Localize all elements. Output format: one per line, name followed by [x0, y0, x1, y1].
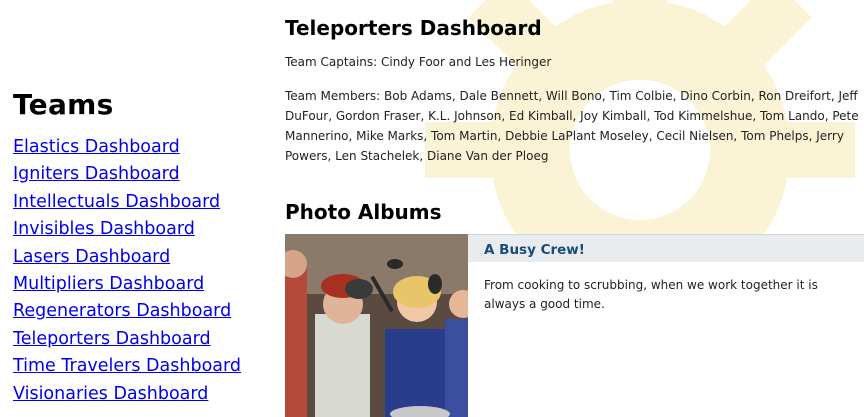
- team-captains-text: Team Captains: Cindy Foor and Les Hering…: [285, 55, 552, 69]
- album-info: A Busy Crew! From cooking to scrubbing, …: [468, 234, 864, 417]
- team-list-item: Invisibles Dashboard: [13, 217, 263, 244]
- team-list-item: Elastics Dashboard: [13, 135, 263, 162]
- team-link-teleporters[interactable]: Teleporters Dashboard: [13, 329, 211, 349]
- album-card[interactable]: A Busy Crew! From cooking to scrubbing, …: [285, 234, 864, 417]
- team-link-multipliers[interactable]: Multipliers Dashboard: [13, 274, 204, 294]
- team-list: Elastics Dashboard Igniters Dashboard In…: [13, 135, 263, 409]
- team-list-item: Lasers Dashboard: [13, 245, 263, 272]
- page-title: Teleporters Dashboard: [285, 16, 542, 40]
- team-link-visionaries[interactable]: Visionaries Dashboard: [13, 384, 208, 404]
- team-list-item: Visionaries Dashboard: [13, 382, 263, 409]
- team-list-item: Multipliers Dashboard: [13, 272, 263, 299]
- album-description: From cooking to scrubbing, when we work …: [484, 278, 818, 311]
- team-link-time-travelers[interactable]: Time Travelers Dashboard: [13, 356, 241, 376]
- team-list-item: Intellectuals Dashboard: [13, 190, 263, 217]
- team-list-item: Time Travelers Dashboard: [13, 354, 263, 381]
- team-link-lasers[interactable]: Lasers Dashboard: [13, 247, 170, 267]
- team-list-item: Teleporters Dashboard: [13, 327, 263, 354]
- team-link-invisibles[interactable]: Invisibles Dashboard: [13, 219, 195, 239]
- team-link-elastics[interactable]: Elastics Dashboard: [13, 137, 180, 157]
- photo-albums-heading: Photo Albums: [285, 200, 442, 224]
- team-list-item: Igniters Dashboard: [13, 162, 263, 189]
- album-thumbnail-photo[interactable]: [285, 234, 468, 417]
- team-link-igniters[interactable]: Igniters Dashboard: [13, 164, 180, 184]
- photo-illustration: [285, 234, 468, 417]
- teams-sidebar: Teams Elastics Dashboard Igniters Dashbo…: [13, 88, 263, 409]
- album-title-bar: A Busy Crew!: [468, 234, 864, 262]
- team-link-intellectuals[interactable]: Intellectuals Dashboard: [13, 192, 220, 212]
- teams-heading: Teams: [13, 88, 114, 121]
- team-list-item: Regenerators Dashboard: [13, 299, 263, 326]
- team-members-text: Team Members: Bob Adams, Dale Bennett, W…: [285, 89, 859, 163]
- dashboard-main: Teleporters Dashboard Team Captains: Cin…: [285, 16, 864, 417]
- team-link-regenerators[interactable]: Regenerators Dashboard: [13, 301, 231, 321]
- album-title[interactable]: A Busy Crew!: [484, 242, 585, 258]
